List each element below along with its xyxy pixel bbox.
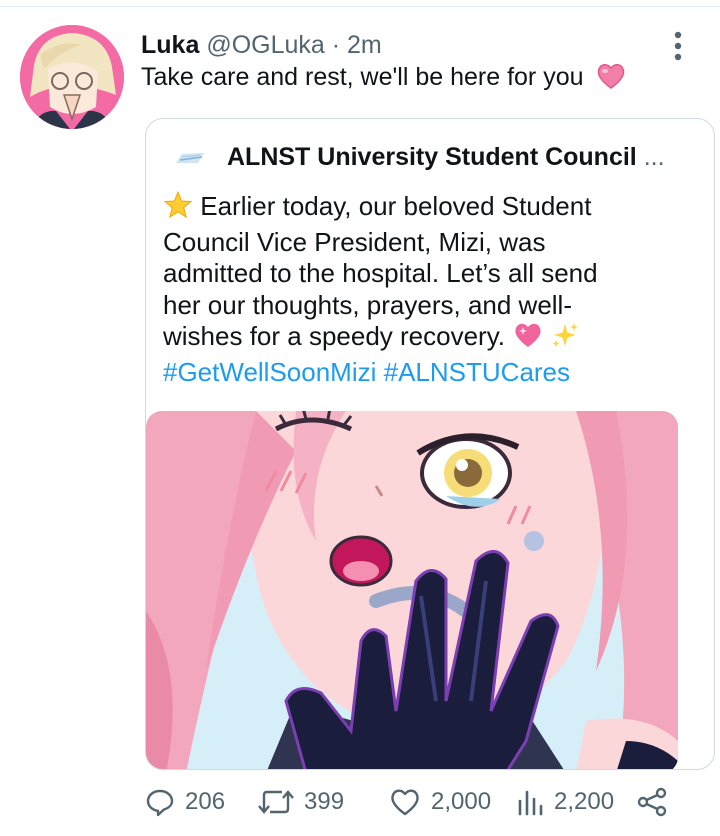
retweet-icon: [258, 790, 294, 814]
quoted-text-line: her our thoughts, prayers, and well-: [163, 289, 572, 320]
quoted-tweet-card[interactable]: ALNST University Student Council ... Ear…: [145, 118, 715, 770]
quoted-tweet-text: Earlier today, our beloved Student Counc…: [163, 190, 703, 389]
more-options-icon[interactable]: [664, 30, 692, 62]
name-truncation: ...: [643, 143, 665, 171]
quoted-text-line: Council Vice President, Mizi, was: [163, 226, 546, 257]
tweet-text: Take care and rest, we'll be here for yo…: [141, 63, 584, 91]
reply-icon: [146, 789, 174, 817]
avatar-illustration: [20, 25, 124, 129]
quoted-text-line: wishes for a speedy recovery.: [163, 321, 703, 357]
like-icon: [391, 789, 419, 816]
quoted-author-name-row[interactable]: ALNST University Student Council ...: [227, 142, 707, 172]
quoted-text-line: admitted to the hospital. Let’s all send: [163, 258, 598, 288]
author-name[interactable]: Luka: [141, 31, 199, 59]
views-count: 2,200: [554, 788, 615, 815]
views-button[interactable]: 2,200: [516, 782, 614, 822]
retweet-button[interactable]: 399: [258, 782, 344, 822]
star-icon: [163, 190, 193, 227]
views-icon: [518, 790, 543, 816]
header-separator: ·: [331, 31, 341, 59]
share-icon: [637, 787, 667, 817]
hashtag-link[interactable]: #ALNSTUCares: [384, 357, 570, 387]
hashtag-link[interactable]: #GetWellSoonMizi: [163, 357, 376, 387]
top-divider: [0, 6, 720, 7]
sparkling-heart-icon: [512, 321, 544, 357]
tweet-actions-bar: 206 399 2,000 2,200: [0, 782, 720, 822]
share-button[interactable]: [636, 782, 678, 822]
hashtag-line: #GetWellSoonMizi #ALNSTUCares: [163, 357, 703, 389]
tweet-body: Take care and rest, we'll be here for yo…: [141, 62, 626, 97]
retweet-count: 399: [304, 788, 345, 815]
sparkles-icon: [551, 321, 579, 357]
quoted-author-avatar[interactable]: [174, 151, 206, 165]
reply-count: 206: [185, 788, 226, 815]
tweet-timestamp[interactable]: 2m: [347, 31, 382, 59]
quoted-tweet-image[interactable]: [146, 411, 678, 769]
like-button[interactable]: 2,000: [389, 782, 491, 822]
author-handle[interactable]: @OGLuka: [206, 31, 324, 59]
like-count: 2,000: [431, 788, 492, 815]
quoted-author-name[interactable]: ALNST University Student Council: [227, 143, 637, 171]
tweet-header: Luka @OGLuka · 2m: [141, 30, 382, 60]
heart-icon: [596, 62, 626, 97]
reply-button[interactable]: 206: [145, 782, 225, 822]
quoted-text-line: Earlier today, our beloved Student: [163, 190, 703, 227]
author-avatar[interactable]: [20, 25, 124, 129]
